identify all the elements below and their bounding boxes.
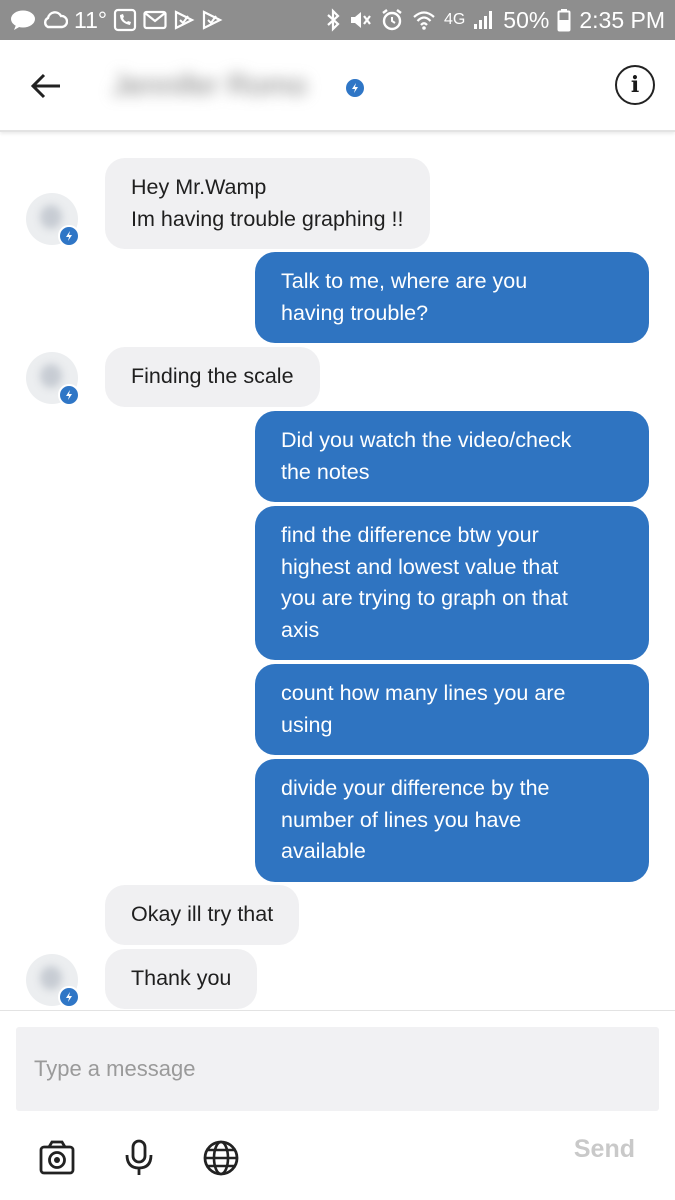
lightning-badge-icon [58, 986, 80, 1008]
composer: Send [0, 1010, 675, 1200]
signal-icon [473, 0, 495, 40]
message-bubble-incoming[interactable]: Okay ill try that [105, 885, 300, 945]
avatar[interactable] [26, 954, 80, 1008]
message-icon [10, 0, 36, 40]
message-bubble-incoming[interactable]: Thank you [105, 949, 258, 1009]
message-bubble-outgoing[interactable]: divide your difference by the number of … [255, 759, 649, 882]
message-input[interactable] [16, 1027, 659, 1111]
message-bubble-incoming[interactable]: Finding the scale [105, 347, 320, 407]
battery-percent: 50% [503, 7, 550, 33]
network-type: 4G [443, 11, 466, 28]
clock: 2:35 PM [579, 7, 665, 33]
wifi-icon [412, 0, 436, 40]
status-bar: 11° 4G 50% 2:35 PM [0, 0, 675, 40]
camera-button[interactable] [32, 1133, 82, 1183]
temperature: 11° [74, 7, 108, 33]
bluetooth-icon [326, 0, 340, 40]
mute-icon [348, 0, 372, 40]
lightning-badge-icon [344, 77, 366, 99]
arrow-left-icon [30, 73, 60, 99]
message-bubble-outgoing[interactable]: find the difference btw your highest and… [255, 506, 649, 660]
phone-message-icon [113, 0, 137, 40]
check-icon [201, 0, 223, 40]
microphone-icon [125, 1139, 153, 1175]
check-icon [173, 0, 195, 40]
avatar-image [40, 966, 62, 990]
message-bubble-incoming[interactable]: Hey Mr.Wamp Im having trouble graphing !… [105, 158, 430, 249]
mail-icon [143, 0, 167, 40]
avatar-image [40, 205, 62, 229]
avatar-image [40, 364, 62, 388]
back-button[interactable] [18, 60, 74, 112]
conversation-header: Jennifer Romo i [0, 40, 675, 132]
info-icon: i [630, 72, 640, 98]
message-bubble-outgoing[interactable]: Talk to me, where are you having trouble… [255, 252, 649, 343]
microphone-button[interactable] [114, 1133, 164, 1183]
send-button[interactable]: Send [574, 1135, 635, 1164]
lightning-badge-icon [58, 225, 80, 247]
globe-button[interactable] [196, 1133, 246, 1183]
cloud-icon [42, 0, 68, 40]
alarm-icon [380, 0, 404, 40]
contact-name[interactable]: Jennifer Romo [112, 66, 338, 106]
message-bubble-outgoing[interactable]: count how many lines you are using [255, 664, 649, 755]
info-button[interactable]: i [615, 65, 655, 105]
camera-icon [39, 1140, 75, 1175]
globe-icon [203, 1140, 239, 1176]
avatar[interactable] [26, 352, 80, 406]
message-thread[interactable]: Hey Mr.Wamp Im having trouble graphing !… [0, 134, 675, 1010]
avatar[interactable] [26, 193, 80, 247]
lightning-badge-icon [58, 384, 80, 406]
message-bubble-outgoing[interactable]: Did you watch the video/check the notes [255, 411, 649, 502]
battery-icon [557, 0, 571, 40]
